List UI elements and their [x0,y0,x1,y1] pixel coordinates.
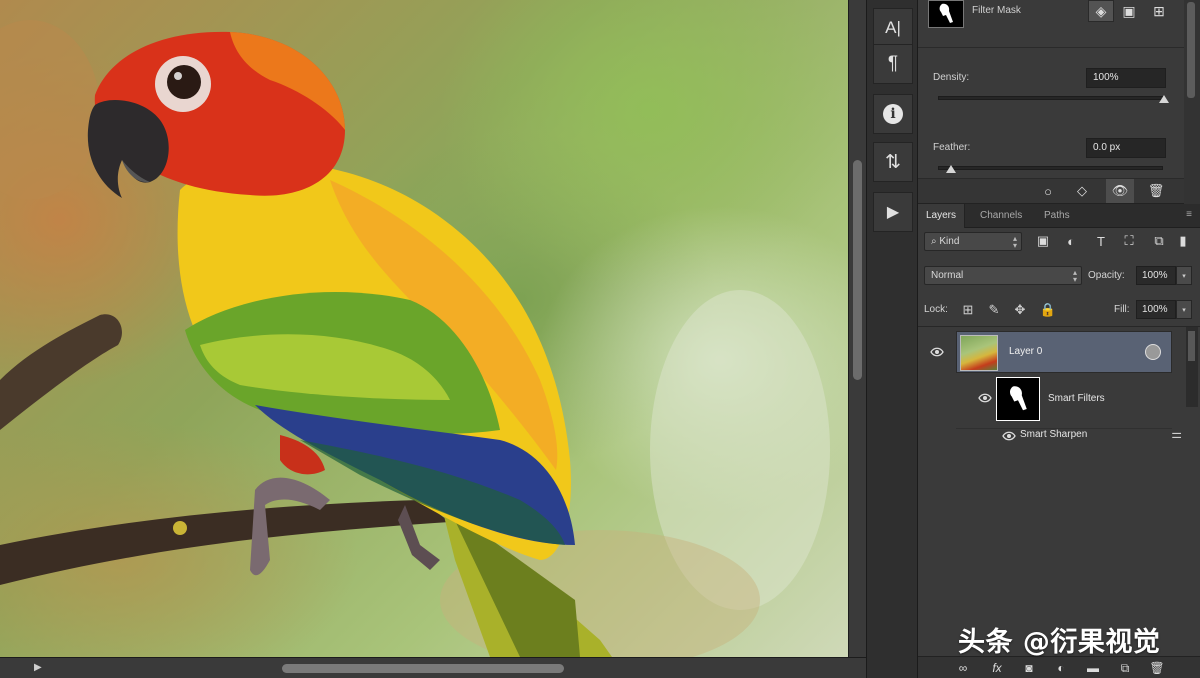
add-mask-icon[interactable]: ◙ [1016,659,1042,677]
document-canvas[interactable] [0,0,848,657]
adjustments-panel-button[interactable]: ⇅ [873,142,913,182]
toggle-mask-visibility-icon[interactable]: 👁 [1106,179,1134,203]
density-slider[interactable] [938,95,1169,103]
lock-all-icon[interactable]: 🔒 [1038,300,1058,320]
play-icon: ▶ [886,204,900,221]
layers-list: Layer 0 Smart Filters Smart Sharpen ⚌ [918,326,1200,656]
smart-filter-mask-thumbnail[interactable] [996,377,1040,421]
character-icon: A| [885,18,901,37]
paragraph-icon: ¶ [887,53,899,74]
horizontal-scroll-thumb[interactable] [282,664,564,673]
lock-image-pixels-icon[interactable]: ✎ [984,300,1004,320]
opacity-label: Opacity: [1088,270,1125,281]
blend-mode-dropdown[interactable]: Normal ▴ ▾ [924,266,1082,285]
opacity-field[interactable]: 100% [1136,266,1176,285]
apply-mask-icon[interactable]: ◇ [1068,179,1096,203]
layer0-smart-object-thumbnail [960,335,998,371]
info-icon: i [883,104,903,124]
panel-menu-icon[interactable]: ≡ [1186,209,1192,220]
layer-row-layer0[interactable]: Layer 0 [956,331,1172,373]
watermark: 头条 @衍果视觉 [958,627,1161,658]
feather-slider-handle[interactable] [946,165,956,173]
info-panel-button[interactable]: i [873,94,913,134]
tab-channels[interactable]: Channels [972,204,1030,228]
link-layers-icon[interactable]: ∞ [950,659,976,677]
feather-field[interactable]: 0.0 px [1086,138,1166,158]
parrot-silhouette-icon [939,3,953,23]
fill-label: Fill: [1114,304,1130,315]
layer-row-smart-filters[interactable]: Smart Filters [956,375,1172,429]
right-panel-dock: Filter Mask ◈ ▣ ⊞ Density: 100% Feather:… [918,0,1200,678]
parrot-photo [0,20,830,657]
filter-adjustment-layers-icon[interactable]: ◐ [1060,232,1082,250]
properties-header: Filter Mask ◈ ▣ ⊞ [918,0,1200,48]
lock-transparent-pixels-icon[interactable]: ⊞ [958,300,978,320]
panel-icon-strip: A| ¶ i ⇅ ▶ [866,0,918,678]
properties-mask-label: Filter Mask [972,5,1021,16]
filter-blending-options-icon[interactable]: ⚌ [1171,427,1182,441]
new-adjustment-layer-icon[interactable]: ◐ [1048,659,1074,677]
fill-dropdown-arrow[interactable]: ▾ [1176,300,1192,319]
scroll-right-arrow-icon[interactable]: ▶ [34,662,42,673]
select-pixel-mask-icon[interactable]: ◈ [1088,0,1114,22]
delete-mask-icon[interactable]: 🗑 [1142,179,1170,203]
character-panel-button[interactable]: A| [873,8,913,48]
properties-footer: ○ ◇ 👁 🗑 [918,178,1200,204]
properties-panel-scrollbar[interactable] [1184,0,1200,204]
density-label: Density: [933,72,970,83]
smart-sharpen-label[interactable]: Smart Sharpen [1020,429,1087,440]
lock-label: Lock: [924,304,948,315]
canvas-horizontal-scrollbar[interactable]: ▶ [0,657,866,678]
properties-body: Density: 100% Feather: 0.0 px [918,48,1200,178]
lock-position-icon[interactable]: ✥ [1010,300,1030,320]
tab-layers[interactable]: Layers [918,204,966,228]
filter-smart-objects-icon[interactable]: ⧉ [1148,232,1170,250]
filter-kind-value: Kind [939,236,960,247]
new-group-folder-icon[interactable]: ▬ [1080,659,1106,677]
smart-object-badge-icon [1145,344,1161,360]
smart-filters-visibility-eye-icon[interactable] [976,391,994,405]
adjustments-icon: ⇅ [885,151,901,173]
actions-panel-button[interactable]: ▶ [873,192,913,232]
add-vector-mask-icon[interactable]: ⊞ [1146,0,1172,22]
spinner-icon: ▴ ▾ [1012,234,1017,250]
parrot-silhouette-icon [1010,386,1027,411]
density-field[interactable]: 100% [1086,68,1166,88]
canvas-vertical-scrollbar[interactable] [848,0,866,678]
smart-filters-label: Smart Filters [1048,393,1105,404]
new-layer-icon[interactable]: ⧉ [1112,659,1138,677]
filter-toggle-switch[interactable]: ▮ [1176,232,1190,250]
smart-sharpen-visibility-eye-icon[interactable] [1000,429,1018,443]
delete-layer-icon[interactable]: 🗑 [1144,659,1170,677]
filter-shape-layers-icon[interactable]: ⛶ [1118,232,1140,250]
vertical-scroll-thumb[interactable] [853,160,862,380]
fill-field[interactable]: 100% [1136,300,1176,319]
blend-mode-value: Normal [931,270,964,281]
opacity-dropdown-arrow[interactable]: ▾ [1176,266,1192,285]
filter-mask-thumbnail[interactable] [928,0,964,28]
layers-footer: ∞ fx ◙ ◐ ▬ ⧉ 🗑 [918,656,1200,678]
layer0-visibility-eye-icon[interactable] [928,345,946,359]
filter-pixel-layers-icon[interactable]: ▣ [1032,232,1054,250]
add-pixel-mask-icon[interactable]: ▣ [1116,0,1142,22]
paragraph-panel-button[interactable]: ¶ [873,44,913,84]
tab-paths[interactable]: Paths [1036,204,1078,228]
layers-panel-tabs: Layers Channels Paths ≡ [918,204,1200,228]
layer-filter-kind-dropdown[interactable]: ⌕ Kind ▴ ▾ [924,232,1022,251]
spinner-icon: ▴ ▾ [1072,268,1077,284]
load-selection-icon[interactable]: ○ [1034,179,1062,203]
layer0-name: Layer 0 [1009,346,1043,357]
layers-list-scrollbar[interactable] [1186,327,1198,407]
feather-slider[interactable] [938,165,1163,173]
layer-style-fx-icon[interactable]: fx [984,659,1010,677]
filter-type-layers-icon[interactable]: T [1090,232,1112,250]
density-slider-handle[interactable] [1159,95,1169,103]
feather-label: Feather: [933,142,971,153]
